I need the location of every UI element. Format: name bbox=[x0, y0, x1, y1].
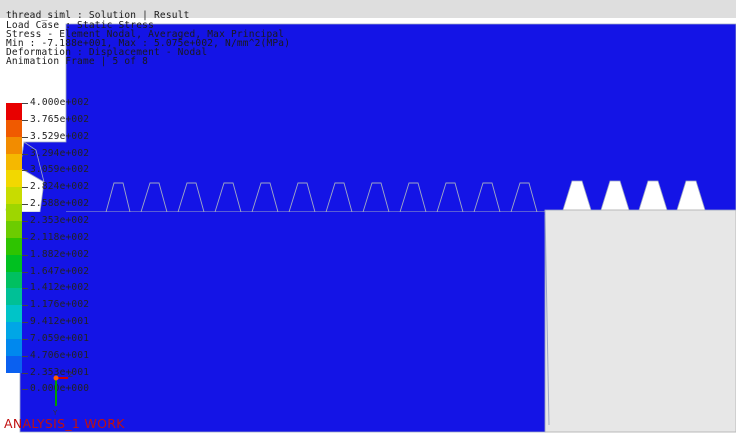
legend-tick bbox=[22, 271, 28, 273]
graphics-viewport[interactable]: thread_siml : Solution | Result Load Cas… bbox=[0, 0, 736, 439]
legend-label: 3.529e+002 bbox=[30, 130, 90, 142]
triad-z-label: Z bbox=[68, 372, 73, 379]
legend-swatch bbox=[6, 204, 22, 222]
legend-label: 2.118e+002 bbox=[30, 231, 90, 243]
legend-tick bbox=[22, 237, 28, 239]
legend-label: 2.353e+002 bbox=[30, 214, 90, 226]
legend-tick bbox=[22, 220, 28, 222]
legend-swatch bbox=[6, 338, 22, 357]
legend-swatch bbox=[6, 355, 22, 374]
legend-tick bbox=[22, 187, 28, 189]
coordinate-triad: Z Y bbox=[52, 372, 73, 416]
legend-tick bbox=[22, 119, 28, 121]
legend-tick bbox=[22, 338, 28, 340]
legend-tick bbox=[22, 355, 28, 357]
legend-label: 1.647e+002 bbox=[30, 265, 90, 277]
legend-swatch bbox=[6, 288, 22, 306]
legend-label: 1.882e+002 bbox=[30, 248, 90, 260]
legend-swatch bbox=[6, 220, 22, 239]
legend-tick bbox=[22, 170, 28, 172]
legend-label: 2.824e+002 bbox=[30, 181, 90, 193]
legend-label: 3.294e+002 bbox=[30, 147, 90, 159]
thread-root-cover bbox=[20, 212, 545, 215]
legend-label: 4.706e+001 bbox=[30, 349, 90, 361]
legend-tick bbox=[22, 254, 28, 256]
legend-swatch bbox=[6, 170, 22, 188]
legend-tick bbox=[22, 305, 28, 307]
legend-tick bbox=[22, 288, 28, 290]
legend-tick bbox=[22, 204, 28, 206]
legend-label: 3.765e+002 bbox=[30, 113, 90, 125]
legend-tick bbox=[22, 103, 28, 104]
legend-swatch bbox=[6, 136, 22, 155]
legend-swatch bbox=[6, 305, 22, 323]
nut-part-light bbox=[544, 209, 736, 433]
header-animation-frame: Animation Frame | 5 of 8 bbox=[6, 56, 149, 67]
legend-label: 1.412e+002 bbox=[30, 282, 90, 294]
legend-label: 9.412e+001 bbox=[30, 316, 90, 328]
legend-swatch bbox=[6, 187, 22, 205]
legend-tick bbox=[22, 322, 28, 324]
legend-swatch bbox=[6, 153, 22, 171]
legend-label: 7.059e+001 bbox=[30, 332, 90, 344]
legend-label: 2.588e+002 bbox=[30, 198, 90, 210]
legend-label: 3.059e+002 bbox=[30, 164, 90, 176]
legend-tick bbox=[22, 389, 28, 391]
legend-tick bbox=[22, 153, 28, 155]
legend-swatch bbox=[6, 254, 22, 272]
legend-tick bbox=[22, 136, 28, 138]
legend-swatch bbox=[6, 271, 22, 289]
legend-label: 4.000e+002 bbox=[30, 97, 90, 108]
legend-label: 1.176e+002 bbox=[30, 299, 90, 311]
legend-swatch bbox=[6, 322, 22, 340]
legend-swatch bbox=[6, 119, 22, 138]
legend-tick bbox=[22, 372, 28, 374]
analysis-status-label: ANALYSIS_1 WORK bbox=[4, 416, 125, 431]
triad-y-label: Y bbox=[52, 409, 58, 416]
legend-swatch bbox=[6, 103, 22, 121]
legend-swatch bbox=[6, 237, 22, 256]
